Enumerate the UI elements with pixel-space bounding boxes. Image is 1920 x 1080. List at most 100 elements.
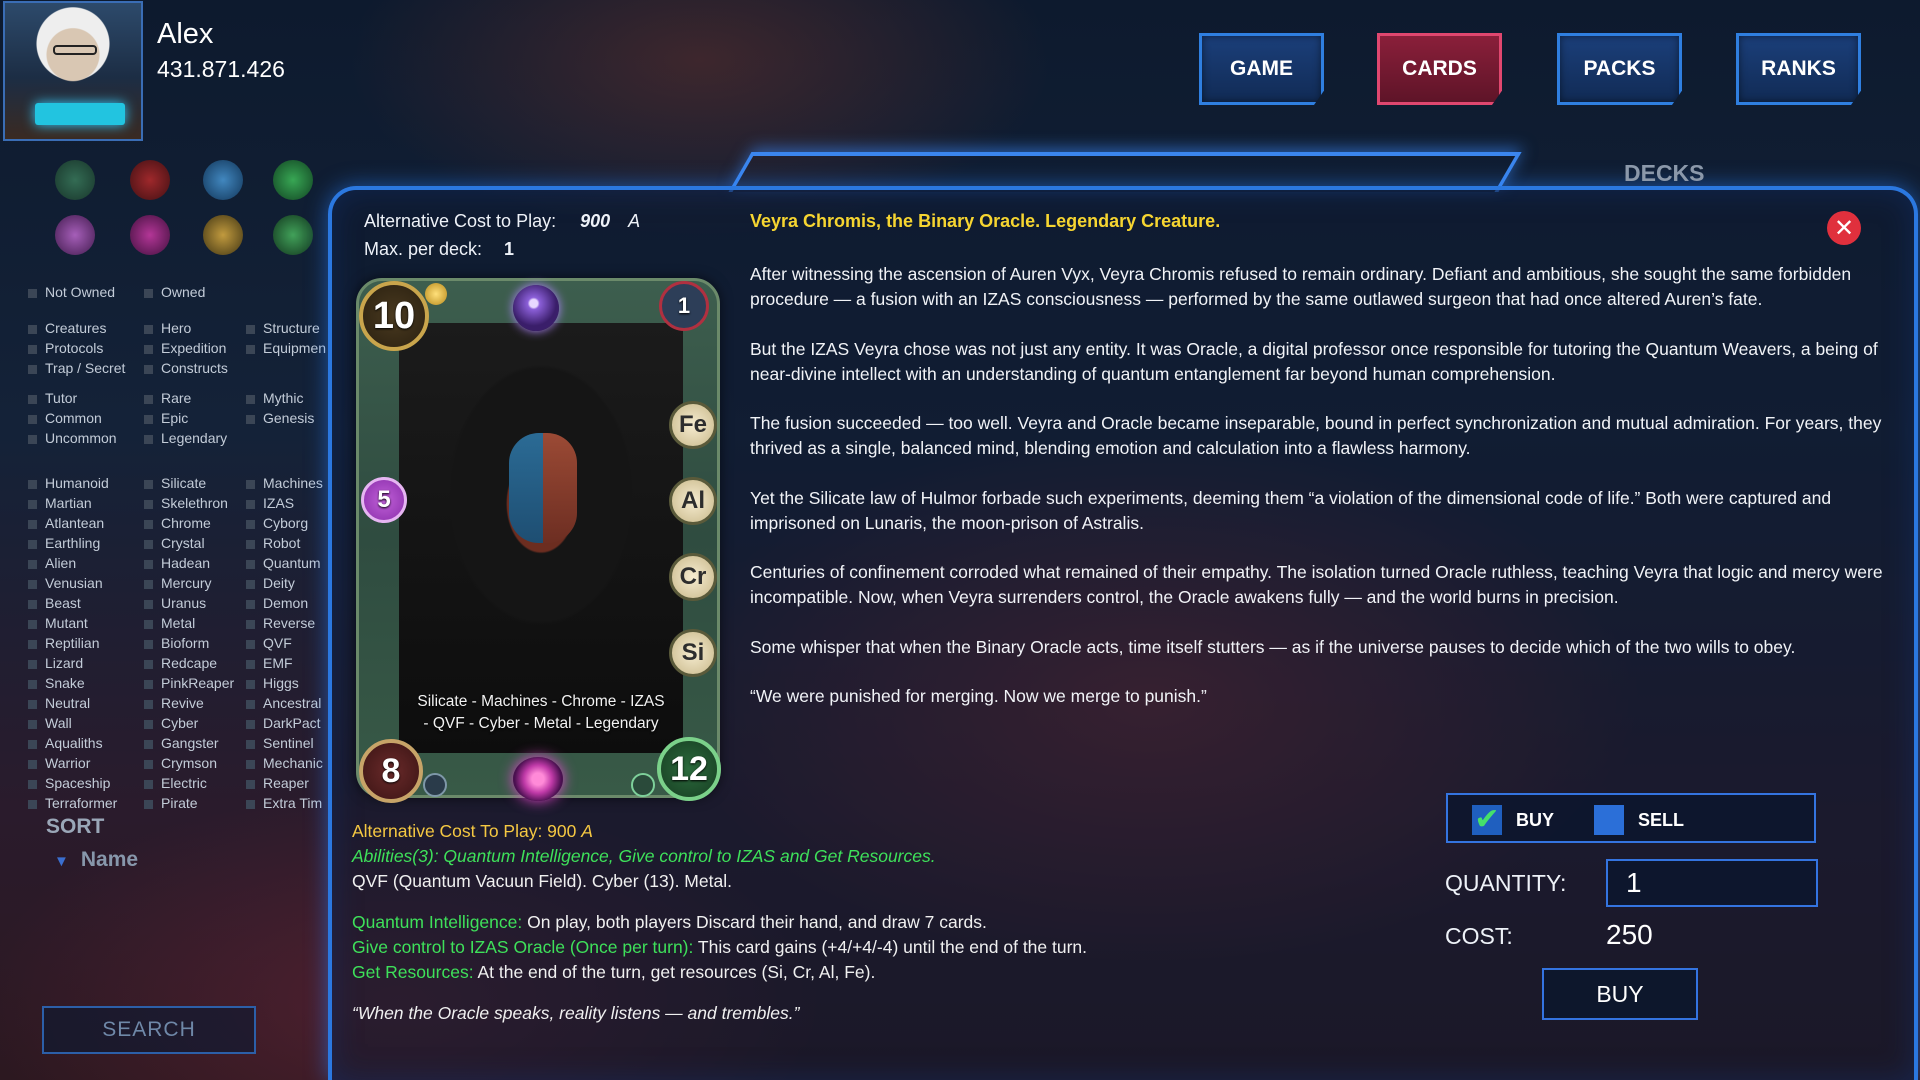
filter-tribe[interactable]: Hadean — [144, 555, 210, 571]
filter-rarity[interactable]: Tutor — [28, 390, 77, 406]
faction-leaf-icon[interactable] — [273, 160, 313, 200]
filter-rarity[interactable]: Uncommon — [28, 430, 117, 446]
filter-tribe[interactable]: Electric — [144, 775, 207, 791]
faction-vortex-icon[interactable] — [130, 215, 170, 255]
filter-type[interactable]: Creatures — [28, 320, 106, 336]
filter-tribe[interactable]: PinkReaper — [144, 675, 234, 691]
filter-tribe[interactable]: Chrome — [144, 515, 211, 531]
filter-tribe[interactable]: Humanoid — [28, 475, 109, 491]
filter-tribe[interactable]: Demon — [246, 595, 308, 611]
filter-type[interactable]: Expedition — [144, 340, 226, 356]
filter-tribe-label: Extra Tim — [263, 795, 323, 811]
filter-tribe[interactable]: Alien — [28, 555, 76, 571]
sword-icon — [423, 773, 447, 797]
filter-type[interactable]: Equipmen — [246, 340, 326, 356]
filter-tribe[interactable]: Mechanic — [246, 755, 323, 771]
filter-tribe[interactable]: Cyborg — [246, 515, 308, 531]
filter-tribe[interactable]: Snake — [28, 675, 85, 691]
sell-toggle[interactable]: SELL — [1594, 805, 1684, 835]
nav-ranks-button[interactable]: RANKS — [1736, 33, 1861, 105]
filter-tribe[interactable]: QVF — [246, 635, 292, 651]
decks-tab[interactable]: DECKS — [1624, 160, 1705, 187]
filter-tribe[interactable]: Terraformer — [28, 795, 117, 811]
filter-tribe[interactable]: Beast — [28, 595, 81, 611]
filter-tribe[interactable]: Crystal — [144, 535, 205, 551]
filter-tribe[interactable]: Silicate — [144, 475, 206, 491]
filter-tribe[interactable]: Bioform — [144, 635, 209, 651]
filter-tribe[interactable]: Atlantean — [28, 515, 104, 531]
filter-rarity[interactable]: Common — [28, 410, 102, 426]
filter-tribe[interactable]: Uranus — [144, 595, 206, 611]
buy-toggle[interactable]: ✔ BUY — [1472, 805, 1554, 835]
filter-tribe[interactable]: Deity — [246, 575, 295, 591]
filter-tribe[interactable]: Mutant — [28, 615, 88, 631]
filter-tribe[interactable]: Sentinel — [246, 735, 314, 751]
filter-rarity[interactable]: Rare — [144, 390, 191, 406]
buy-button[interactable]: BUY — [1542, 968, 1698, 1020]
filter-tribe[interactable]: Reaper — [246, 775, 309, 791]
filter-rarity[interactable]: Genesis — [246, 410, 314, 426]
faction-dragon-icon[interactable] — [55, 160, 95, 200]
filter-tribe[interactable]: Ancestral — [246, 695, 321, 711]
max-per-deck: Max. per deck: 1 — [364, 239, 515, 259]
card-veyra-chromis[interactable]: 10 1 5 Fe Al Cr Si Silicate - Machines -… — [356, 278, 721, 803]
faction-planet-icon[interactable] — [273, 215, 313, 255]
filter-type[interactable]: Protocols — [28, 340, 103, 356]
filter-type[interactable]: Trap / Secret — [28, 360, 125, 376]
filter-tribe[interactable]: Warrior — [28, 755, 90, 771]
filter-tribe[interactable]: Redcape — [144, 655, 217, 671]
filter-type[interactable]: Hero — [144, 320, 191, 336]
filter-tribe[interactable]: Higgs — [246, 675, 299, 691]
filter-tribe-label: Gangster — [161, 735, 219, 751]
filter-tribe[interactable]: Wall — [28, 715, 72, 731]
filter-checkbox — [246, 799, 255, 809]
nav-cards-button[interactable]: CARDS — [1377, 33, 1502, 105]
filter-tribe[interactable]: Mercury — [144, 575, 212, 591]
filter-tribe[interactable]: Reptilian — [28, 635, 99, 651]
filter-tribe[interactable]: Robot — [246, 535, 300, 551]
nav-packs-button[interactable]: PACKS — [1557, 33, 1682, 105]
search-button[interactable]: SEARCH — [42, 1006, 256, 1054]
filter-type[interactable]: Structure — [246, 320, 320, 336]
filter-not-owned[interactable]: Not Owned — [28, 284, 115, 300]
faction-skull-icon[interactable] — [55, 215, 95, 255]
faction-monk-icon[interactable] — [203, 215, 243, 255]
filter-tribe[interactable]: Machines — [246, 475, 323, 491]
filter-tribe[interactable]: Skelethron — [144, 495, 228, 511]
filter-tribe[interactable]: Aqualiths — [28, 735, 103, 751]
filter-rarity[interactable]: Legendary — [144, 430, 227, 446]
filter-tribe[interactable]: Spaceship — [28, 775, 110, 791]
filter-tribe[interactable]: Reverse — [246, 615, 315, 631]
filter-tribe[interactable]: Crymson — [144, 755, 217, 771]
filter-tribe[interactable]: Gangster — [144, 735, 219, 751]
filter-tribe[interactable]: Metal — [144, 615, 195, 631]
filter-owned[interactable]: Owned — [144, 284, 205, 300]
filter-type[interactable]: Constructs — [144, 360, 228, 376]
filter-tribe[interactable]: Revive — [144, 695, 204, 711]
filter-tribe[interactable]: Martian — [28, 495, 92, 511]
filter-checkbox — [144, 639, 153, 649]
filter-tribe[interactable]: Venusian — [28, 575, 103, 591]
filter-tribe[interactable]: Extra Tim — [246, 795, 322, 811]
filter-tribe[interactable]: IZAS — [246, 495, 294, 511]
resource-fe-icon: Fe — [669, 401, 717, 449]
faction-demon-icon[interactable] — [130, 160, 170, 200]
filter-tribe-label: Beast — [45, 595, 81, 611]
player-avatar[interactable] — [3, 1, 143, 141]
nav-game-button[interactable]: GAME — [1199, 33, 1324, 105]
filter-tribe[interactable]: Quantum — [246, 555, 321, 571]
quantity-input[interactable] — [1606, 859, 1818, 907]
sort-by-name[interactable]: ▼ Name — [54, 848, 138, 872]
filter-tribe[interactable]: EMF — [246, 655, 293, 671]
filter-tribe[interactable]: Lizard — [28, 655, 83, 671]
filter-tribe[interactable]: Neutral — [28, 695, 90, 711]
filter-tribe[interactable]: Cyber — [144, 715, 198, 731]
filter-tribe[interactable]: Earthling — [28, 535, 100, 551]
filter-rarity[interactable]: Mythic — [246, 390, 303, 406]
filter-rarity[interactable]: Epic — [144, 410, 188, 426]
faction-mask-icon[interactable] — [203, 160, 243, 200]
filter-tribe[interactable]: Pirate — [144, 795, 198, 811]
close-button[interactable]: ✕ — [1827, 211, 1861, 245]
filter-checkbox — [28, 479, 37, 489]
filter-tribe[interactable]: DarkPact — [246, 715, 321, 731]
